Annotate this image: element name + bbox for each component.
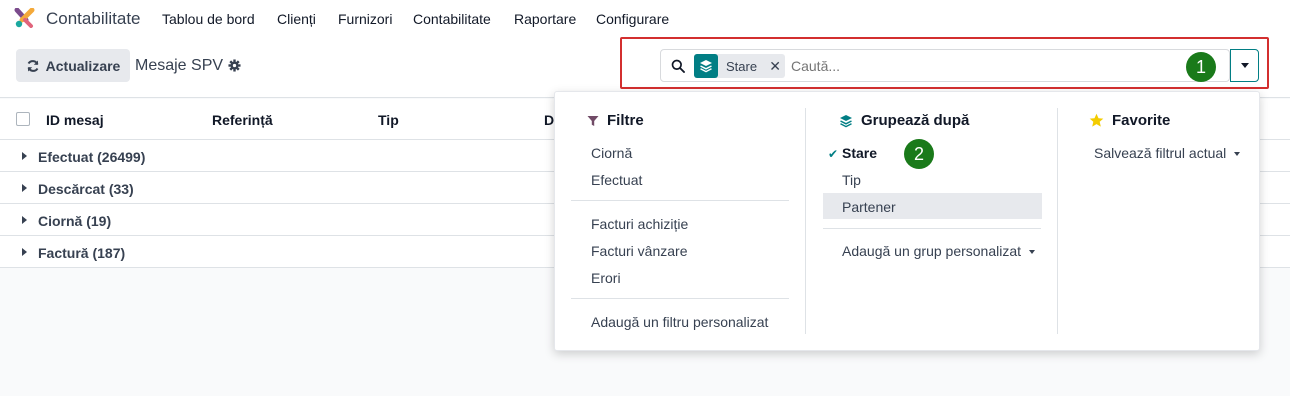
caret-down-icon: [1234, 152, 1241, 157]
column-divider: [805, 108, 806, 334]
app-name[interactable]: Contabilitate: [46, 9, 141, 29]
refresh-label: Actualizare: [45, 57, 121, 74]
annotation-highlight-box: [620, 37, 1269, 89]
annotation-badge-2: 2: [904, 139, 934, 169]
nav-item-reporting[interactable]: Raportare: [514, 11, 576, 27]
nav-item-accounting[interactable]: Contabilitate: [413, 11, 491, 27]
groupby-option-type[interactable]: Tip: [842, 172, 861, 188]
add-custom-filter[interactable]: Adaugă un filtru personalizat: [591, 314, 768, 330]
groupby-divider: [823, 228, 1041, 229]
filters-divider: [571, 200, 789, 201]
save-current-filter[interactable]: Salvează filtrul actual: [1094, 145, 1241, 161]
column-header-reference[interactable]: Referință: [212, 112, 273, 128]
filter-option-errors[interactable]: Erori: [591, 270, 621, 286]
top-navbar: Contabilitate Tablou de bord Clienți Fur…: [0, 0, 1290, 37]
group-label: Descărcat (33): [38, 181, 134, 197]
annotation-badge-1: 1: [1186, 52, 1216, 82]
groupby-option-partner[interactable]: Partener: [842, 199, 896, 215]
groupby-title-label: Grupează după: [861, 112, 970, 129]
group-label: Efectuat (26499): [38, 149, 146, 165]
column-header-message-id[interactable]: ID mesaj: [46, 112, 104, 128]
filter-option-purchase-invoices[interactable]: Facturi achiziție: [591, 216, 688, 232]
favorites-title: Favorite: [1089, 112, 1170, 129]
filters-title-label: Filtre: [607, 112, 644, 129]
refresh-button[interactable]: Actualizare: [16, 49, 130, 82]
caret-right-icon: [22, 152, 27, 160]
caret-right-icon: [22, 248, 27, 256]
column-divider: [1057, 108, 1058, 334]
layers-icon: [840, 114, 852, 127]
star-icon: [1089, 113, 1104, 127]
app-logo-icon[interactable]: [14, 8, 36, 28]
select-all-checkbox[interactable]: [16, 112, 30, 126]
refresh-icon: [27, 59, 39, 72]
filters-divider: [571, 298, 789, 299]
filter-option-draft[interactable]: Ciornă: [591, 145, 632, 161]
checkmark-icon: ✔: [828, 147, 839, 161]
group-label: Factură (187): [38, 245, 126, 261]
caret-down-icon: [1028, 250, 1035, 255]
filter-option-done[interactable]: Efectuat: [591, 172, 642, 188]
filter-icon: [587, 115, 599, 126]
groupby-title: Grupează după: [839, 112, 969, 129]
filter-option-sales-invoices[interactable]: Facturi vânzare: [591, 243, 687, 259]
search-panel-dropdown: Filtre Ciornă Efectuat Facturi achiziție…: [554, 91, 1260, 351]
nav-item-vendors[interactable]: Furnizori: [338, 11, 392, 27]
save-current-filter-label: Salvează filtrul actual: [1094, 145, 1227, 161]
column-header-type[interactable]: Tip: [378, 112, 399, 128]
groupby-option-state[interactable]: Stare: [842, 145, 877, 161]
nav-item-dashboard[interactable]: Tablou de bord: [162, 11, 255, 27]
nav-item-customers[interactable]: Clienți: [277, 11, 316, 27]
caret-right-icon: [22, 184, 27, 192]
filters-title: Filtre: [587, 112, 644, 129]
group-label: Ciornă (19): [38, 213, 112, 229]
add-custom-group-label: Adaugă un grup personalizat: [842, 243, 1022, 259]
favorites-title-label: Favorite: [1112, 112, 1171, 129]
add-custom-group[interactable]: Adaugă un grup personalizat: [842, 243, 1035, 259]
caret-right-icon: [22, 216, 27, 224]
gear-icon[interactable]: [228, 59, 241, 72]
nav-item-configuration[interactable]: Configurare: [596, 11, 669, 27]
page-title: Mesaje SPV: [135, 57, 224, 74]
column-header-date[interactable]: D: [544, 112, 554, 128]
